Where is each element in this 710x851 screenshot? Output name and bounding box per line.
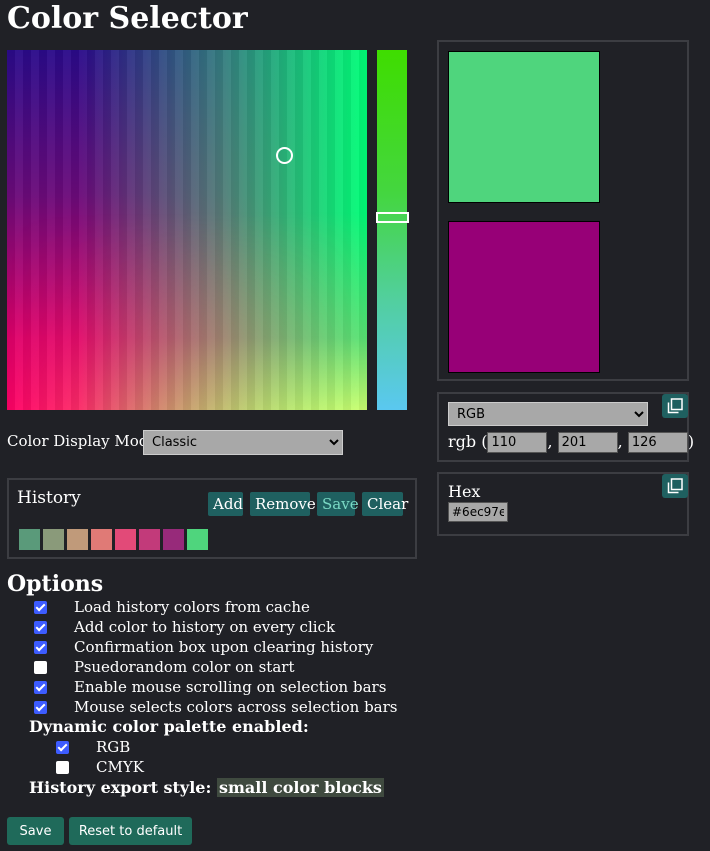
palette-label: RGB: [96, 738, 131, 756]
copy-icon: [667, 478, 683, 494]
rgb-separator: ,: [617, 432, 623, 451]
option-checkbox[interactable]: [34, 661, 47, 674]
rgb-separator: ,: [547, 432, 553, 451]
save-button[interactable]: Save: [7, 817, 64, 845]
history-swatch[interactable]: [139, 529, 160, 550]
history-title: History: [17, 488, 81, 508]
export-style-row: History export style: small color blocks: [29, 778, 384, 797]
hex-copy-button[interactable]: [662, 474, 688, 498]
history-swatch[interactable]: [163, 529, 184, 550]
option-checkbox[interactable]: [34, 681, 47, 694]
color-preview-panel: [437, 40, 689, 381]
picker-cursor[interactable]: [276, 147, 293, 164]
options-title: Options: [7, 571, 104, 597]
display-mode-select[interactable]: Classic: [143, 430, 343, 455]
history-swatch[interactable]: [91, 529, 112, 550]
hue-bar[interactable]: [377, 50, 407, 410]
palette-checkbox[interactable]: [56, 761, 69, 774]
hex-label: Hex: [448, 482, 481, 501]
color-model-select[interactable]: RGB: [448, 402, 648, 426]
dynamic-palette-label: Dynamic color palette enabled:: [29, 717, 309, 736]
hex-input[interactable]: [448, 502, 508, 522]
saturation-value-square[interactable]: [7, 50, 367, 410]
hue-bar-handle[interactable]: [376, 212, 409, 223]
export-style-label: History export style:: [29, 778, 212, 797]
option-label: Psuedorandom color on start: [74, 658, 295, 676]
rgb-values-row: rgb (, , ): [448, 432, 694, 453]
history-clear-button[interactable]: Clear: [362, 492, 408, 516]
rgb-suffix: ): [687, 432, 695, 451]
reset-default-button[interactable]: Reset to default: [69, 817, 192, 845]
blue-input[interactable]: [627, 432, 688, 453]
option-checkbox[interactable]: [34, 621, 47, 634]
option-label: Load history colors from cache: [74, 598, 310, 616]
green-input[interactable]: [557, 432, 618, 453]
rgb-prefix: rgb (: [448, 432, 488, 451]
history-swatch[interactable]: [43, 529, 64, 550]
option-label: Enable mouse scrolling on selection bars: [74, 678, 387, 696]
history-swatch[interactable]: [187, 529, 208, 550]
copy-icon: [667, 398, 683, 414]
history-save-button[interactable]: Save: [317, 492, 359, 516]
palette-label: CMYK: [96, 758, 144, 776]
option-checkbox[interactable]: [34, 641, 47, 654]
option-label: Mouse selects colors across selection ba…: [74, 698, 398, 716]
rgb-copy-button[interactable]: [662, 394, 688, 418]
red-input[interactable]: [487, 432, 548, 453]
previous-color-swatch: [448, 221, 600, 373]
page-title: Color Selector: [7, 1, 248, 36]
option-label: Add color to history on every click: [74, 618, 336, 636]
history-add-button[interactable]: Add: [208, 492, 243, 516]
rgb-panel: RGB rgb (, , ): [437, 392, 694, 462]
history-panel: History Add Remove Save Clear: [7, 478, 417, 559]
option-checkbox[interactable]: [34, 601, 47, 614]
option-label: Confirmation box upon clearing history: [74, 638, 374, 656]
history-swatch[interactable]: [115, 529, 136, 550]
history-swatch-list: [19, 529, 208, 550]
export-style-value[interactable]: small color blocks: [216, 778, 384, 797]
history-remove-button[interactable]: Remove: [250, 492, 316, 516]
display-mode-label: Color Display Mode: [7, 432, 158, 450]
hex-panel: Hex: [437, 472, 689, 536]
sat-grid-texture: [7, 50, 367, 410]
current-color-swatch: [448, 51, 600, 203]
history-swatch[interactable]: [19, 529, 40, 550]
option-checkbox[interactable]: [34, 701, 47, 714]
history-swatch[interactable]: [67, 529, 88, 550]
palette-checkbox[interactable]: [56, 741, 69, 754]
